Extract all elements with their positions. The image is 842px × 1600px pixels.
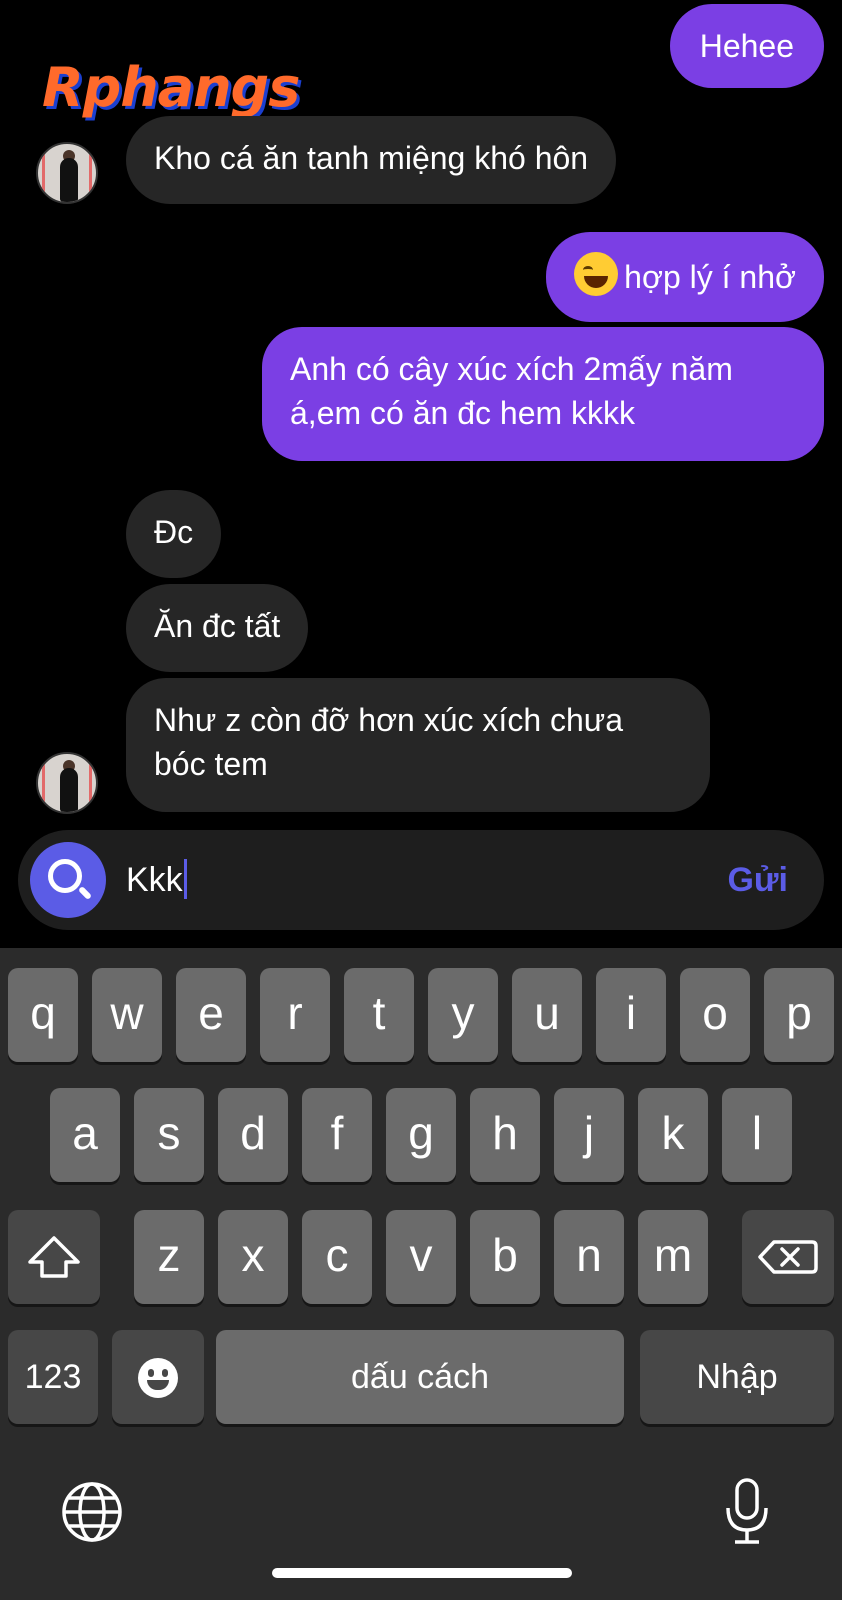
emoji-key[interactable]	[112, 1330, 204, 1424]
key-n[interactable]: n	[554, 1210, 624, 1304]
send-button[interactable]: Gửi	[727, 854, 788, 906]
message-incoming[interactable]: Kho cá ăn tanh miệng khó hôn	[126, 116, 617, 204]
key-u[interactable]: u	[512, 968, 582, 1062]
message-outgoing[interactable]: Hehee	[669, 4, 824, 88]
microphone-icon[interactable]	[722, 1476, 772, 1546]
key-e[interactable]: e	[176, 968, 246, 1062]
message-input-value: Kkk	[126, 861, 183, 899]
globe-icon[interactable]	[60, 1480, 124, 1544]
key-y[interactable]: y	[428, 968, 498, 1062]
message-text: Hehee	[699, 28, 794, 64]
key-a[interactable]: a	[50, 1088, 120, 1182]
search-icon	[48, 859, 82, 893]
emoji-icon	[138, 1358, 178, 1398]
key-c[interactable]: c	[302, 1210, 372, 1304]
key-w[interactable]: w	[92, 968, 162, 1062]
message-outgoing[interactable]: hợp lý í nhở	[546, 232, 824, 322]
message-composer: Kkk Gửi	[18, 830, 824, 930]
key-h[interactable]: h	[470, 1088, 540, 1182]
key-g[interactable]: g	[386, 1088, 456, 1182]
contact-avatar[interactable]	[36, 142, 98, 204]
key-q[interactable]: q	[8, 968, 78, 1062]
keyboard: qwertyuiop asdfghjkl zxcvbnm 123 dấu các…	[0, 948, 842, 1600]
home-indicator[interactable]	[272, 1568, 572, 1578]
space-key[interactable]: dấu cách	[216, 1330, 624, 1424]
key-t[interactable]: t	[344, 968, 414, 1062]
message-text: Kho cá ăn tanh miệng khó hôn	[154, 140, 589, 176]
key-s[interactable]: s	[134, 1088, 204, 1182]
key-z[interactable]: z	[134, 1210, 204, 1304]
key-m[interactable]: m	[638, 1210, 708, 1304]
message-text: hợp lý í nhở	[624, 259, 796, 295]
key-k[interactable]: k	[638, 1088, 708, 1182]
delete-key[interactable]	[742, 1210, 834, 1304]
message-incoming[interactable]: Đc	[126, 490, 222, 578]
key-i[interactable]: i	[596, 968, 666, 1062]
message-text: Anh có cây xúc xích 2mấy năm á,em có ăn …	[290, 351, 733, 431]
key-x[interactable]: x	[218, 1210, 288, 1304]
key-l[interactable]: l	[722, 1088, 792, 1182]
shift-icon	[28, 1236, 80, 1278]
message-outgoing[interactable]: Anh có cây xúc xích 2mấy năm á,em có ăn …	[262, 327, 824, 461]
numbers-key[interactable]: 123	[8, 1330, 98, 1424]
message-text: Ăn đc tất	[154, 608, 281, 644]
message-incoming[interactable]: Như z còn đỡ hơn xúc xích chưa bóc tem	[126, 678, 710, 812]
shift-key[interactable]	[8, 1210, 100, 1304]
return-key[interactable]: Nhập	[640, 1330, 834, 1424]
key-f[interactable]: f	[302, 1088, 372, 1182]
key-j[interactable]: j	[554, 1088, 624, 1182]
key-p[interactable]: p	[764, 968, 834, 1062]
message-text: Đc	[154, 514, 194, 550]
message-incoming[interactable]: Ăn đc tất	[126, 584, 309, 672]
key-o[interactable]: o	[680, 968, 750, 1062]
chat-thread: Rphangs .NET Hehee Kho cá ăn tanh miệng …	[0, 0, 842, 940]
key-v[interactable]: v	[386, 1210, 456, 1304]
contact-avatar[interactable]	[36, 752, 98, 814]
joy-emoji-icon	[574, 252, 619, 296]
message-input[interactable]: Kkk	[126, 854, 187, 906]
key-d[interactable]: d	[218, 1088, 288, 1182]
key-r[interactable]: r	[260, 968, 330, 1062]
search-button[interactable]	[30, 842, 106, 918]
backspace-icon	[758, 1240, 818, 1274]
key-b[interactable]: b	[470, 1210, 540, 1304]
message-text: Như z còn đỡ hơn xúc xích chưa bóc tem	[154, 702, 624, 782]
text-caret	[183, 859, 187, 899]
